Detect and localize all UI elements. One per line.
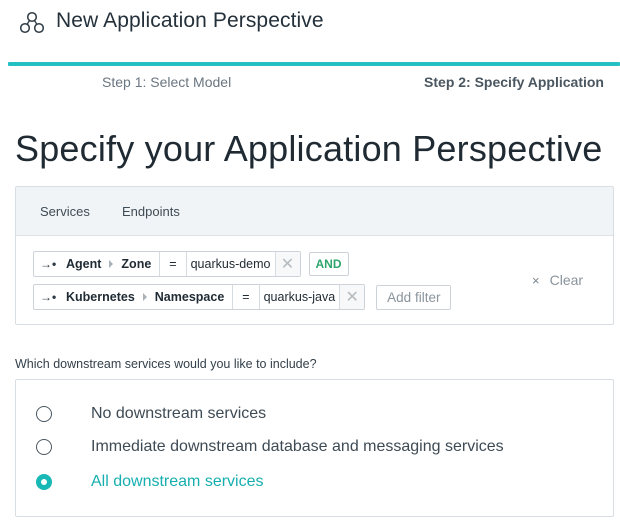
- filter-key[interactable]: →• Kubernetes Namespace: [34, 285, 234, 309]
- filter-entity: Kubernetes: [66, 290, 135, 304]
- filter-panel: Services Endpoints →• Agent Zone = quark…: [15, 186, 614, 325]
- remove-filter-icon[interactable]: ✕: [275, 252, 300, 276]
- page-title: Specify your Application Perspective: [15, 128, 603, 169]
- filter-value-input[interactable]: quarkus-java: [260, 285, 341, 309]
- entity-arrow-icon: →•: [40, 257, 57, 271]
- filter-chip-kubernetes-namespace[interactable]: →• Kubernetes Namespace = quarkus-java ✕: [33, 284, 366, 310]
- filter-chip-agent-zone[interactable]: →• Agent Zone = quarkus-demo ✕: [33, 251, 301, 277]
- downstream-question: Which downstream services would you like…: [15, 357, 317, 371]
- tab-endpoints[interactable]: Endpoints: [122, 204, 180, 219]
- wizard-progress-bar: [8, 62, 620, 66]
- filter-key[interactable]: →• Agent Zone: [34, 252, 161, 276]
- option-label: All downstream services: [91, 473, 264, 490]
- step-2-label[interactable]: Step 2: Specify Application: [424, 74, 604, 90]
- option-label: Immediate downstream database and messag…: [91, 438, 504, 455]
- filter-row: →• Agent Zone = quarkus-demo ✕ AND: [33, 251, 349, 277]
- option-immediate-downstream[interactable]: Immediate downstream database and messag…: [36, 437, 504, 457]
- app-header: New Application Perspective: [0, 0, 620, 48]
- option-no-downstream[interactable]: No downstream services: [36, 404, 266, 424]
- filter-tabs: Services Endpoints: [16, 187, 613, 236]
- add-filter-button[interactable]: Add filter: [376, 284, 452, 310]
- downstream-options-panel: No downstream services Immediate downstr…: [15, 379, 614, 517]
- close-icon: ×: [532, 272, 540, 288]
- filter-operator[interactable]: =: [160, 252, 187, 276]
- chevron-right-icon: [142, 293, 147, 301]
- filter-attribute: Zone: [121, 257, 152, 271]
- radio-button[interactable]: [36, 406, 52, 422]
- entity-arrow-icon: →•: [40, 290, 57, 304]
- clear-filters-button[interactable]: × Clear: [532, 272, 583, 288]
- radio-button-selected[interactable]: [36, 474, 52, 490]
- application-perspective-icon: [18, 11, 46, 35]
- filter-attribute: Namespace: [154, 290, 225, 304]
- remove-filter-icon[interactable]: ✕: [340, 285, 365, 309]
- app-title: New Application Perspective: [56, 9, 324, 32]
- clear-label: Clear: [549, 272, 584, 288]
- radio-button[interactable]: [36, 439, 52, 455]
- filter-value-input[interactable]: quarkus-demo: [187, 252, 276, 276]
- option-all-downstream[interactable]: All downstream services: [36, 472, 264, 492]
- filter-row: →• Kubernetes Namespace = quarkus-java ✕…: [33, 284, 452, 310]
- option-label: No downstream services: [91, 405, 267, 422]
- step-1-label[interactable]: Step 1: Select Model: [102, 74, 231, 90]
- tab-services[interactable]: Services: [40, 204, 90, 219]
- and-connector-button[interactable]: AND: [308, 252, 349, 276]
- filter-operator[interactable]: =: [233, 285, 260, 309]
- filter-entity: Agent: [66, 257, 102, 271]
- chevron-right-icon: [109, 260, 114, 268]
